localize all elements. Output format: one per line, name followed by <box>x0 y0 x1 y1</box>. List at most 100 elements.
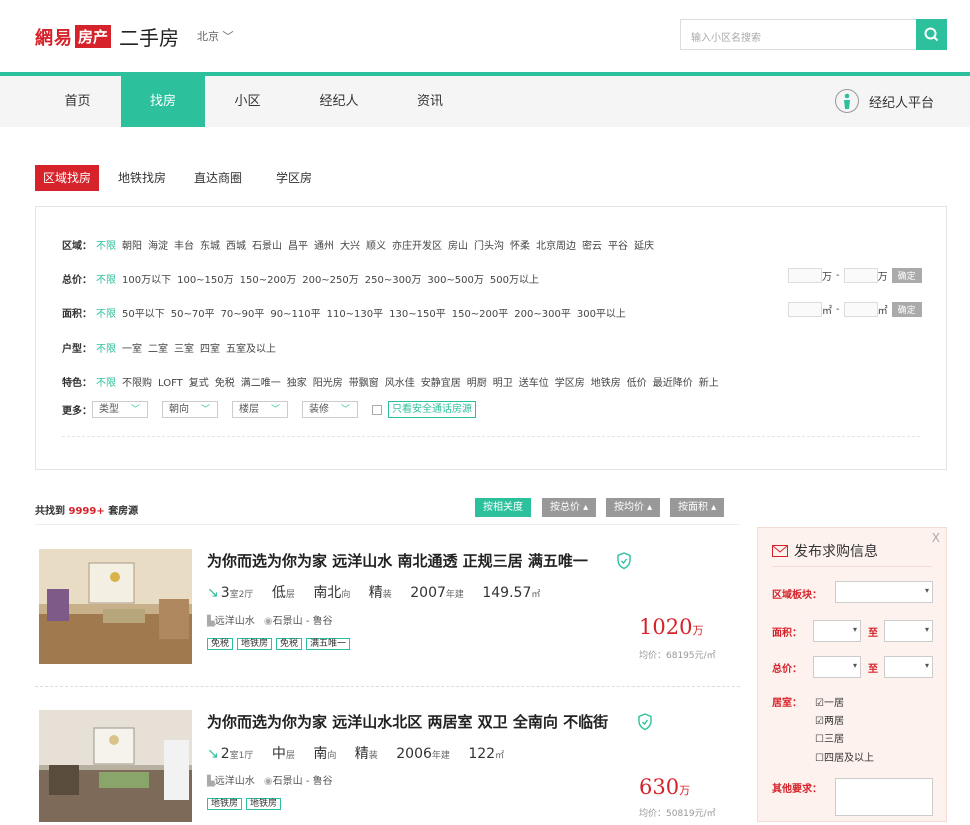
filter-option[interactable]: 东城 <box>200 241 220 252</box>
community-link[interactable]: 远洋山水 <box>215 776 255 787</box>
filter-option[interactable]: 阳光房 <box>313 378 343 389</box>
filter-option[interactable]: 150~200平 <box>452 309 509 320</box>
filter-option[interactable]: 明厨 <box>467 378 487 389</box>
filter-option[interactable]: 50~70平 <box>171 309 215 320</box>
filter-option[interactable]: 顺义 <box>366 241 386 252</box>
filter-option[interactable]: 90~110平 <box>270 309 320 320</box>
filter-option[interactable]: 50平以下 <box>122 309 165 320</box>
room-option[interactable]: ☐四居及以上 <box>815 749 874 764</box>
filter-option[interactable]: 100万以下 <box>122 275 171 286</box>
tab-area[interactable]: 区域找房 <box>35 165 100 191</box>
price-min-select[interactable] <box>813 656 861 678</box>
listing-title[interactable]: 为你而选为你为家 远洋山水北区 两居室 双卫 全南向 不临街 <box>207 711 608 732</box>
filter-option[interactable]: 100~150万 <box>177 275 234 286</box>
tab-school-district[interactable]: 学区房 <box>268 165 320 191</box>
decoration-dropdown[interactable]: 装修 ﹀ <box>302 401 358 418</box>
tab-subway[interactable]: 地铁找房 <box>110 165 174 191</box>
room-option[interactable]: ☑两居 <box>815 712 844 727</box>
district-select[interactable] <box>835 581 933 603</box>
close-icon[interactable]: X <box>932 531 940 545</box>
community-link[interactable]: 远洋山水 <box>215 616 255 627</box>
filter-option[interactable]: 满二唯一 <box>241 378 281 389</box>
price-min-input[interactable] <box>788 268 822 283</box>
filter-option[interactable]: 130~150平 <box>389 309 446 320</box>
type-dropdown[interactable]: 类型 ﹀ <box>92 401 148 418</box>
listing-photo[interactable] <box>39 710 192 822</box>
filter-option[interactable]: 密云 <box>582 241 602 252</box>
filter-option[interactable]: 地铁房 <box>591 378 621 389</box>
filter-option[interactable]: 不限 <box>96 344 116 355</box>
filter-option[interactable]: 250~300万 <box>365 275 422 286</box>
filter-option[interactable]: 安静宜居 <box>421 378 461 389</box>
filter-option[interactable]: 新上 <box>699 378 719 389</box>
filter-option[interactable]: 最近降价 <box>653 378 693 389</box>
filter-option[interactable]: 学区房 <box>555 378 585 389</box>
sort-total-price-button[interactable]: 按总价 ▴ <box>542 498 597 517</box>
sort-unit-price-button[interactable]: 按均价 ▴ <box>606 498 661 517</box>
size-confirm-button[interactable]: 确定 <box>891 302 922 317</box>
nav-agents[interactable]: 经纪人 <box>310 76 368 127</box>
filter-option[interactable]: 500万以上 <box>490 275 539 286</box>
agent-platform-link[interactable]: 经纪人平台 <box>835 89 934 113</box>
filter-option[interactable]: 200~300平 <box>514 309 571 320</box>
filter-option[interactable]: 通州 <box>314 241 334 252</box>
filter-option[interactable]: 不限 <box>96 241 116 252</box>
filter-option[interactable]: 丰台 <box>174 241 194 252</box>
filter-option[interactable]: 风水佳 <box>385 378 415 389</box>
filter-option[interactable]: 石景山 <box>252 241 282 252</box>
filter-option[interactable]: 70~90平 <box>221 309 265 320</box>
filter-option[interactable]: LOFT <box>158 378 183 389</box>
sort-relevance-button[interactable]: 按相关度 <box>475 498 531 517</box>
nav-home[interactable]: 首页 <box>50 76 105 127</box>
site-logo[interactable]: 網易 房产 二手房 <box>35 22 179 51</box>
filter-option[interactable]: 二室 <box>148 344 168 355</box>
filter-option[interactable]: 延庆 <box>634 241 654 252</box>
nav-news[interactable]: 资讯 <box>404 76 456 127</box>
floor-dropdown[interactable]: 楼层 ﹀ <box>232 401 288 418</box>
filter-option[interactable]: 一室 <box>122 344 142 355</box>
other-requirements-textarea[interactable] <box>835 778 933 816</box>
filter-option[interactable]: 西城 <box>226 241 246 252</box>
safe-call-checkbox[interactable] <box>372 404 382 415</box>
filter-option[interactable]: 北京周边 <box>536 241 576 252</box>
filter-option[interactable]: 110~130平 <box>327 309 384 320</box>
area-min-select[interactable] <box>813 620 861 642</box>
filter-option[interactable]: 200~250万 <box>302 275 359 286</box>
filter-option[interactable]: 门头沟 <box>474 241 504 252</box>
filter-option[interactable]: 不限 <box>96 309 116 320</box>
filter-option[interactable]: 复式 <box>189 378 209 389</box>
price-max-input[interactable] <box>843 268 878 283</box>
filter-option[interactable]: 不限购 <box>122 378 152 389</box>
filter-option[interactable]: 150~200万 <box>240 275 297 286</box>
filter-option[interactable]: 300~500万 <box>427 275 484 286</box>
filter-option[interactable]: 五室及以上 <box>226 344 276 355</box>
size-min-input[interactable] <box>788 302 822 317</box>
filter-option[interactable]: 昌平 <box>288 241 308 252</box>
room-option[interactable]: ☑一居 <box>815 694 844 709</box>
filter-option[interactable]: 不限 <box>96 378 116 389</box>
filter-option[interactable]: 送车位 <box>519 378 549 389</box>
filter-option[interactable]: 带飘窗 <box>349 378 379 389</box>
listing-photo[interactable] <box>39 549 192 664</box>
filter-option[interactable]: 怀柔 <box>510 241 530 252</box>
safe-call-label[interactable]: 只看安全通话房源 <box>388 401 476 418</box>
filter-option[interactable]: 免税 <box>215 378 235 389</box>
listing-title[interactable]: 为你而选为你为家 远洋山水 南北通透 正规三居 满五唯一 <box>207 550 588 571</box>
tab-business-district[interactable]: 直达商圈 <box>186 165 250 191</box>
search-input[interactable]: 输入小区名搜索 <box>680 19 917 50</box>
filter-option[interactable]: 朝阳 <box>122 241 142 252</box>
filter-option[interactable]: 独家 <box>287 378 307 389</box>
nav-community[interactable]: 小区 <box>220 76 275 127</box>
city-selector[interactable]: 北京 ﹀ <box>197 28 234 44</box>
price-max-select[interactable] <box>884 656 933 678</box>
sort-area-button[interactable]: 按面积 ▴ <box>670 498 725 517</box>
filter-option[interactable]: 大兴 <box>340 241 360 252</box>
filter-option[interactable]: 亦庄开发区 <box>392 241 442 252</box>
size-max-input[interactable] <box>843 302 878 317</box>
filter-option[interactable]: 300平以上 <box>577 309 626 320</box>
filter-option[interactable]: 不限 <box>96 275 116 286</box>
orientation-dropdown[interactable]: 朝向 ﹀ <box>162 401 218 418</box>
filter-option[interactable]: 四室 <box>200 344 220 355</box>
room-option[interactable]: ☐三居 <box>815 730 844 745</box>
filter-option[interactable]: 明卫 <box>493 378 513 389</box>
